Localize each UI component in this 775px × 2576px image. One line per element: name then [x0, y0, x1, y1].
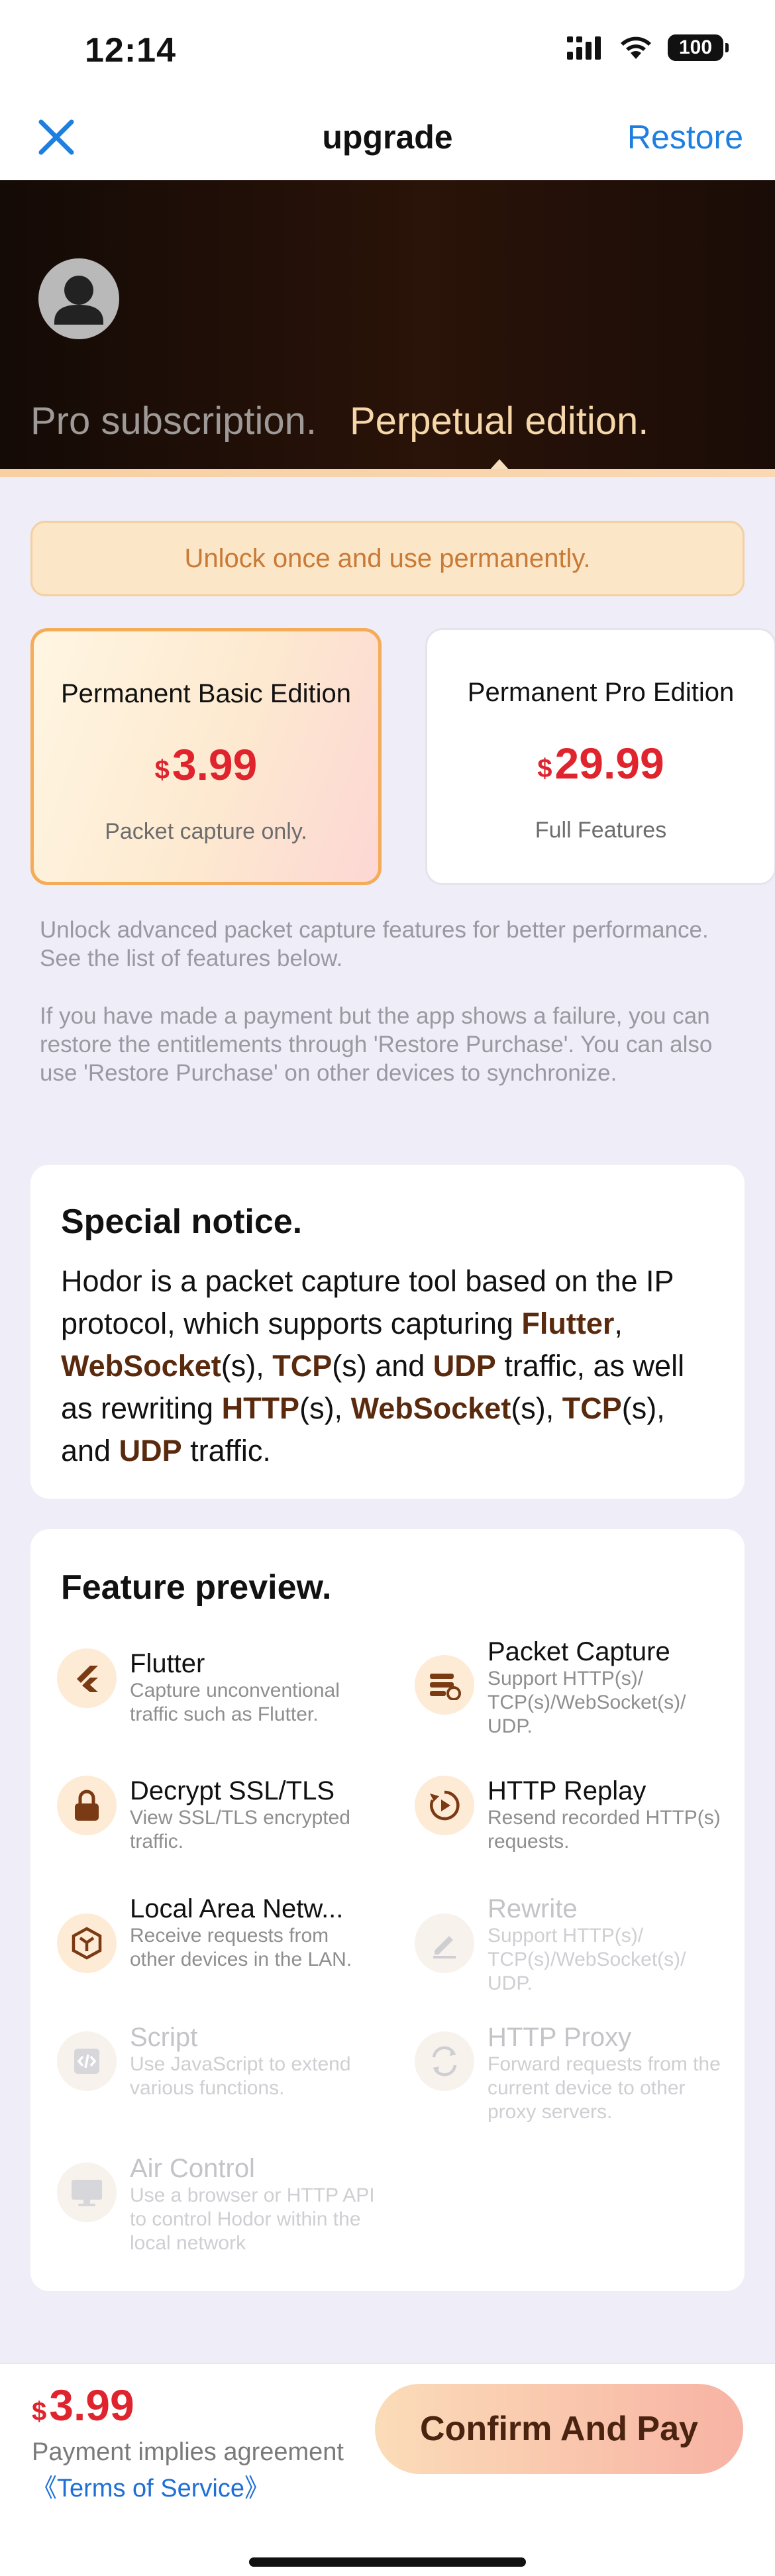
edition-tabs: Pro subscription. Perpetual edition. [30, 399, 649, 472]
notice-text: traffic. [181, 1434, 271, 1468]
feature-decrypt-ssl: Decrypt SSL/TLS View SSL/TLS encrypted t… [57, 1776, 362, 1854]
feature-description: Resend recorded HTTP(s) requests. [488, 1807, 721, 1852]
feature-http-replay: HTTP Replay Resend recorded HTTP(s) requ… [415, 1776, 721, 1854]
notice-highlight: UDP [433, 1349, 496, 1383]
feature-rewrite: Rewrite Support HTTP(s)/ TCP(s)/WebSocke… [415, 1894, 719, 1996]
price-value: 3.99 [172, 740, 258, 789]
feature-description: Use JavaScript to extend various functio… [130, 2053, 351, 2099]
notice-text: (s) and [332, 1349, 433, 1383]
checkout-bar: $3.99 Payment implies agreement 《Terms o… [0, 2363, 775, 2576]
feature-local-area-network: Local Area Netw... Receive requests from… [57, 1894, 362, 1973]
replay-icon [415, 1776, 474, 1835]
feature-name: Rewrite [488, 1894, 578, 1923]
feature-description: View SSL/TLS encrypted traffic. [130, 1807, 350, 1852]
currency-symbol: $ [154, 755, 170, 784]
total-price: $3.99 [32, 2380, 134, 2430]
notice-text: (s), [221, 1349, 273, 1383]
feature-air-control: Air Control Use a browser or HTTP API to… [57, 2153, 375, 2255]
flutter-icon [57, 1648, 117, 1708]
price-value: 29.99 [554, 739, 664, 788]
feature-name: Local Area Netw... [130, 1894, 344, 1923]
battery-icon: 100 [668, 34, 729, 61]
monitor-icon [57, 2163, 117, 2222]
notice-highlight: TCP [562, 1391, 622, 1425]
notice-text: (s), [299, 1391, 351, 1425]
info-paragraph-features: Unlock advanced packet capture features … [40, 917, 709, 971]
info-paragraph-restore: If you have made a payment but the app s… [40, 1003, 713, 1086]
lock-icon [57, 1776, 117, 1835]
notice-highlight: Flutter [521, 1307, 615, 1340]
special-notice-panel: Special notice. Hodor is a packet captur… [30, 1165, 745, 1499]
notice-text: (s), [511, 1391, 562, 1425]
user-icon [54, 276, 103, 325]
feature-preview-panel: Feature preview. Flutter Capture unconve… [30, 1529, 745, 2291]
feature-flutter: Flutter Capture unconventional traffic s… [57, 1648, 362, 1727]
feature-description: Receive requests from other devices in t… [130, 1925, 352, 1970]
plan-description: Full Features [535, 818, 667, 843]
feature-preview-title: Feature preview. [61, 1568, 332, 1607]
notice-highlight: WebSocket [61, 1349, 221, 1383]
plan-card-pro[interactable]: Permanent Pro Edition $29.99 Full Featur… [425, 628, 775, 885]
tab-pro-subscription[interactable]: Pro subscription. [30, 399, 317, 443]
feature-http-proxy: HTTP Proxy Forward requests from the cur… [415, 2022, 721, 2124]
notice-highlight: TCP [272, 1349, 333, 1383]
special-notice-body: Hodor is a packet capture tool based on … [61, 1260, 714, 1472]
plan-card-basic[interactable]: Permanent Basic Edition $3.99 Packet cap… [30, 628, 382, 885]
unlock-banner: Unlock once and use permanently. [30, 521, 745, 596]
tab-perpetual-label: Perpetual edition. [349, 400, 649, 443]
feature-name: HTTP Proxy [488, 2023, 632, 2052]
code-icon [57, 2031, 117, 2091]
feature-description: Support HTTP(s)/ TCP(s)/WebSocket(s)/ UD… [488, 1668, 686, 1737]
status-icons: 100 [567, 34, 729, 61]
feature-name: Decrypt SSL/TLS [130, 1776, 335, 1805]
nav-bar: upgrade Restore [0, 99, 775, 180]
feature-name: Air Control [130, 2154, 255, 2183]
status-time: 12:14 [85, 31, 176, 70]
feature-description: Forward requests from the current device… [488, 2053, 721, 2123]
tab-perpetual-edition[interactable]: Perpetual edition. [349, 399, 649, 472]
agreement-text: Payment implies agreement [32, 2438, 344, 2466]
notice-highlight: HTTP [221, 1391, 300, 1425]
confirm-and-pay-button[interactable]: Confirm And Pay [375, 2384, 743, 2474]
pencil-icon [415, 1913, 474, 1973]
plan-name: Permanent Basic Edition [60, 679, 351, 708]
notice-highlight: WebSocket [350, 1391, 511, 1425]
proxy-icon [415, 2031, 474, 2091]
plan-price: $3.99 [34, 739, 378, 790]
feature-packet-capture: Packet Capture Support HTTP(s)/ TCP(s)/W… [415, 1637, 719, 1739]
notice-text: , [614, 1307, 623, 1340]
feature-description: Capture unconventional traffic such as F… [130, 1680, 340, 1725]
feature-description: Use a browser or HTTP API to control Hod… [130, 2184, 375, 2254]
plan-price: $29.99 [427, 738, 774, 788]
currency-symbol: $ [32, 2397, 47, 2426]
wifi-icon [621, 36, 651, 59]
feature-name: Script [130, 2023, 198, 2052]
feature-name: Packet Capture [488, 1637, 670, 1666]
feature-script: Script Use JavaScript to extend various … [57, 2022, 362, 2100]
cellular-signal-icon [567, 36, 601, 60]
hero-header: Pro subscription. Perpetual edition. [0, 180, 775, 472]
feature-name: Flutter [130, 1649, 205, 1678]
network-icon [57, 1913, 117, 1973]
home-indicator [249, 2557, 526, 2567]
plan-name: Permanent Pro Edition [467, 678, 735, 707]
currency-symbol: $ [537, 754, 552, 783]
notice-highlight: UDP [119, 1434, 182, 1468]
special-notice-title: Special notice. [61, 1203, 303, 1241]
status-bar: 12:14 100 [0, 0, 775, 99]
price-value: 3.99 [49, 2381, 134, 2430]
avatar[interactable] [38, 258, 119, 339]
feature-name: HTTP Replay [488, 1776, 646, 1805]
restore-button[interactable]: Restore [627, 118, 743, 156]
terms-of-service-link[interactable]: 《Terms of Service》 [32, 2467, 270, 2504]
tab-underline [0, 469, 775, 477]
feature-description: Support HTTP(s)/ TCP(s)/WebSocket(s)/ UD… [488, 1925, 686, 1994]
packet-capture-icon [415, 1655, 474, 1715]
plan-description: Packet capture only. [105, 819, 307, 844]
